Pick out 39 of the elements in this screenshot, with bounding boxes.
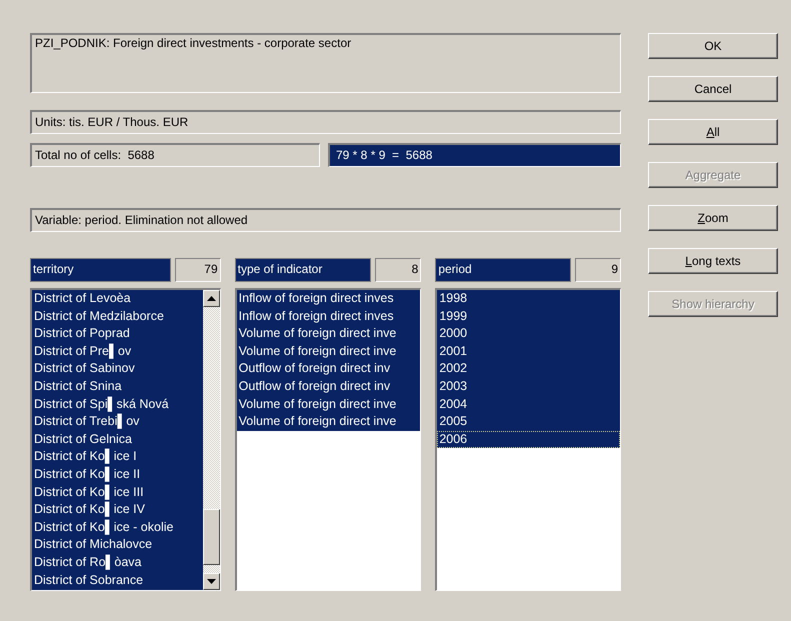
item-count: 79 [174, 258, 221, 282]
up-arrow-icon [206, 296, 216, 301]
dialog-button[interactable]: OK [648, 33, 778, 59]
dialog-button[interactable]: Long texts [648, 248, 778, 274]
dialog-button[interactable]: Zoom [648, 205, 778, 231]
item-count: 9 [575, 258, 621, 282]
list-item[interactable]: Volume of foreign direct inve [236, 342, 420, 360]
down-arrow-icon [206, 579, 216, 584]
variable-info-field: Variable: period. Elimination not allowed [30, 208, 621, 232]
scroll-down-button[interactable] [202, 573, 220, 590]
formula-field: 79 * 8 * 9 = 5688 [328, 143, 621, 167]
scroll-up-button[interactable] [202, 290, 220, 307]
scroll-thumb[interactable] [202, 509, 220, 565]
list-item[interactable]: Volume of foreign direct inve [236, 413, 420, 431]
units-field: Units: tis. EUR / Thous. EUR [30, 110, 621, 134]
list-item[interactable]: Inflow of foreign direct inves [236, 308, 420, 326]
list-item[interactable]: 2003 [437, 378, 620, 396]
list-header: territory [30, 258, 171, 282]
scrollbar[interactable] [202, 290, 220, 590]
list-item[interactable]: Volume of foreign direct inve [236, 325, 420, 343]
list-item[interactable]: 2006 [437, 430, 620, 448]
list-header: period [435, 258, 571, 282]
description-box: PZI_PODNIK: Foreign direct investments - corporate sector [30, 33, 621, 93]
list-item[interactable]: 1998 [437, 290, 620, 308]
list-header: type of indicator [234, 258, 372, 282]
total-cells-field: Total no of cells: 5688 [30, 143, 320, 167]
list-item[interactable]: 2004 [437, 396, 620, 414]
item-count: 8 [375, 258, 422, 282]
dialog-button[interactable]: All [648, 119, 778, 145]
list-item[interactable]: Outflow of foreign direct inv [236, 378, 420, 396]
dialog-button[interactable]: Cancel [648, 76, 778, 102]
list-item[interactable]: 2001 [437, 342, 620, 360]
list-item[interactable]: Outflow of foreign direct inv [236, 360, 420, 378]
list-item[interactable]: 2005 [437, 413, 620, 431]
list-item[interactable]: 1999 [437, 308, 620, 326]
list-item[interactable]: Volume of foreign direct inve [236, 396, 420, 414]
list-item[interactable]: 2000 [437, 325, 620, 343]
list-item[interactable]: 2002 [437, 360, 620, 378]
list-item[interactable]: Inflow of foreign direct inves [236, 290, 420, 308]
